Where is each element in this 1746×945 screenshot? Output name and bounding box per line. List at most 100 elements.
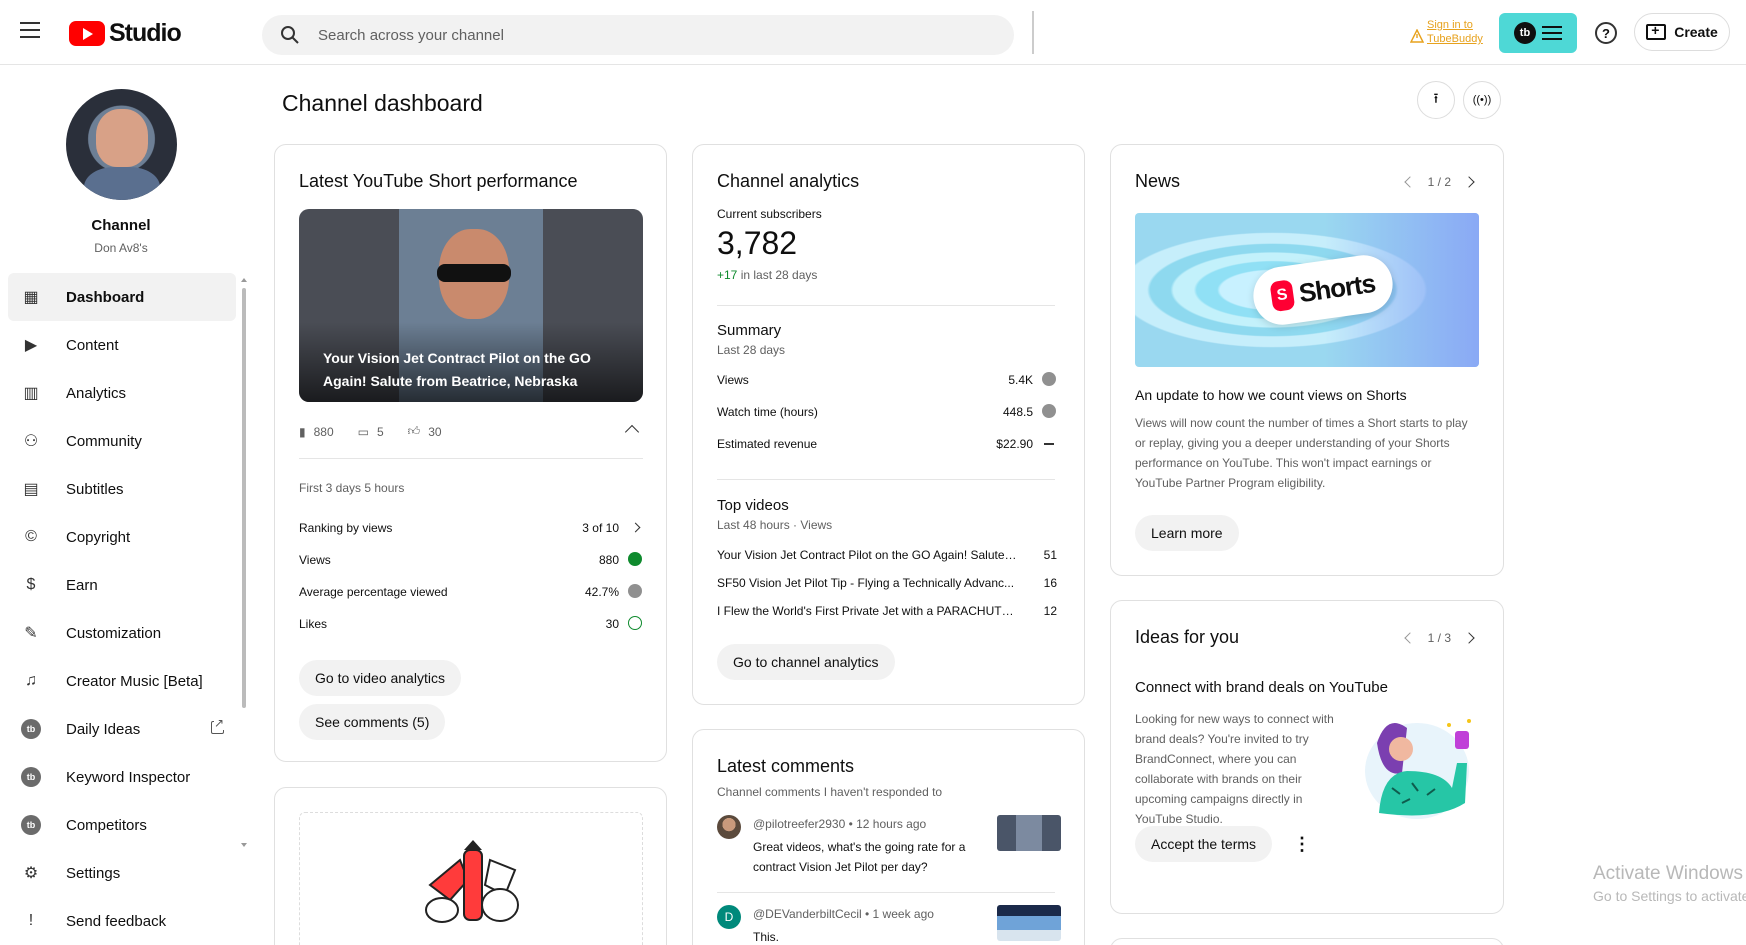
- scroll-up-arrow[interactable]: [241, 278, 247, 282]
- brandconnect-illustration-icon: [1365, 719, 1471, 819]
- tubebuddy-signin-line2: TubeBuddy: [1427, 33, 1483, 45]
- ideas-pager: 1 / 3: [1403, 631, 1475, 645]
- commenter-avatar[interactable]: D: [717, 905, 741, 929]
- sidebar-item-analytics[interactable]: ▥ Analytics: [8, 369, 236, 417]
- thumbs-up-icon: 👍︎: [407, 424, 421, 438]
- see-comments-button[interactable]: See comments (5): [299, 704, 446, 740]
- top-video-row[interactable]: I Flew the World's First Private Jet wit…: [717, 604, 1057, 618]
- sidebar-item-daily-ideas[interactable]: tb Daily Ideas: [8, 705, 236, 753]
- tubebuddy-icon: tb: [20, 719, 42, 739]
- commenter-avatar[interactable]: [717, 815, 741, 839]
- channel-avatar[interactable]: [66, 89, 177, 200]
- dash-icon: [1044, 443, 1054, 445]
- search-bar[interactable]: [262, 15, 1014, 55]
- short-thumbnail[interactable]: Your Vision Jet Contract Pilot on the GO…: [299, 209, 643, 402]
- sidebar-scrollbar[interactable]: [242, 288, 246, 708]
- sidebar-item-keyword-inspector[interactable]: tb Keyword Inspector: [8, 753, 236, 801]
- sidebar-item-community[interactable]: ⚇ Community: [8, 417, 236, 465]
- top-video-row[interactable]: SF50 Vision Jet Pilot Tip - Flying a Tec…: [717, 576, 1057, 590]
- sidebar-item-settings[interactable]: ⚙ Settings: [8, 849, 236, 897]
- comments-count: 5: [376, 424, 384, 439]
- sidebar-item-dashboard[interactable]: ▦ Dashboard: [8, 273, 236, 321]
- go-to-channel-analytics-button[interactable]: Go to channel analytics: [717, 644, 895, 680]
- comment-icon: ▭: [357, 424, 369, 439]
- sidebar-item-label: Competitors: [66, 816, 147, 834]
- sidebar-item-label: Daily Ideas: [66, 720, 141, 738]
- next-card: [1110, 938, 1504, 945]
- sidebar-item-copyright[interactable]: © Copyright: [8, 513, 236, 561]
- news-headline: An update to how we count views on Short…: [1135, 387, 1407, 403]
- tubebuddy-signin-link[interactable]: Sign in to TubeBuddy: [1410, 18, 1483, 46]
- copyright-icon: ©: [25, 528, 37, 545]
- sidebar-item-earn[interactable]: $ Earn: [8, 561, 236, 609]
- top-video-row[interactable]: Your Vision Jet Contract Pilot on the GO…: [717, 548, 1057, 562]
- sidebar-item-creator-music-beta[interactable]: ♫ Creator Music [Beta]: [8, 657, 236, 705]
- latest-comments-card: Latest comments Channel comments I haven…: [692, 729, 1085, 945]
- help-icon[interactable]: ?: [1595, 22, 1617, 44]
- ideas-page-indicator: 1 / 3: [1427, 631, 1451, 645]
- top-header: Studio Sign in to TubeBuddy tb ? Create: [0, 0, 1746, 65]
- warning-icon: [1410, 29, 1424, 43]
- sidebar-nav: ▦ Dashboard ▶ Content ▥ Analytics ⚇ Community ▤ S…: [8, 273, 236, 945]
- comment-author[interactable]: @pilotreefer2930: [753, 817, 845, 831]
- sidebar-item-subtitles[interactable]: ▤ Subtitles: [8, 465, 236, 513]
- search-icon[interactable]: [280, 25, 300, 45]
- go-to-video-analytics-button[interactable]: Go to video analytics: [299, 660, 461, 696]
- summary-title: Summary: [717, 322, 782, 339]
- comment-author[interactable]: @DEVanderbiltCecil: [753, 907, 862, 921]
- scroll-down-arrow[interactable]: [241, 843, 247, 847]
- arrow-up-icon: [628, 552, 642, 566]
- card-title: Channel analytics: [717, 171, 860, 191]
- more-options-icon[interactable]: ⋮: [1293, 834, 1311, 855]
- customization-icon: ✎: [24, 625, 38, 642]
- summary-revenue-row: Estimated revenue $22.90: [717, 437, 1057, 451]
- upload-button[interactable]: ⭱: [1417, 81, 1455, 119]
- go-live-button[interactable]: ((•)): [1463, 81, 1501, 119]
- chevron-right-icon[interactable]: [1463, 632, 1475, 644]
- card-title: Ideas for you: [1135, 627, 1240, 647]
- chevron-right-icon[interactable]: [1463, 176, 1475, 188]
- upload-icon: ⭱: [1433, 90, 1439, 106]
- sidebar-item-send-feedback[interactable]: ! Send feedback: [8, 897, 236, 945]
- comment-video-thumbnail[interactable]: [997, 815, 1061, 851]
- sidebar-item-label: Analytics: [66, 384, 127, 402]
- tubebuddy-icon: tb: [20, 767, 42, 787]
- chevron-up-icon[interactable]: [624, 424, 640, 440]
- analytics-icon: ▥: [23, 385, 39, 402]
- news-page-indicator: 1 / 2: [1427, 175, 1451, 189]
- chevron-right-icon: [630, 522, 641, 533]
- feedback-icon: !: [28, 912, 34, 929]
- studio-logo[interactable]: Studio: [69, 19, 182, 48]
- news-pager: 1 / 2: [1403, 175, 1475, 189]
- youtube-logo-icon: [69, 21, 105, 46]
- comment-item[interactable]: @pilotreefer2930 • 12 hours ago Great vi…: [717, 815, 1061, 885]
- comment-item[interactable]: D @DEVanderbiltCecil • 1 week ago This.: [717, 905, 1061, 945]
- accept-terms-button[interactable]: Accept the terms: [1135, 826, 1273, 862]
- sidebar-item-label: Customization: [66, 624, 162, 642]
- arrow-down-icon: [628, 584, 642, 598]
- sidebar-item-competitors[interactable]: tb Competitors: [8, 801, 236, 849]
- comment-text: Great videos, what's the going rate for …: [753, 840, 966, 874]
- tubebuddy-menu-button[interactable]: tb: [1499, 13, 1577, 53]
- earn-icon: $: [26, 576, 36, 593]
- menu-lines-icon: [1542, 22, 1562, 44]
- sidebar-item-label: Send feedback: [66, 912, 167, 930]
- avg-viewed-row: Average percentage viewed 42.7%: [299, 584, 643, 599]
- chevron-left-icon[interactable]: [1403, 176, 1416, 188]
- sidebar-item-content[interactable]: ▶ Content: [8, 321, 236, 369]
- sidebar-item-label: Subtitles: [66, 480, 124, 498]
- channel-name: Don Av8's: [94, 241, 148, 255]
- comment-video-thumbnail[interactable]: [997, 905, 1061, 941]
- learn-more-button[interactable]: Learn more: [1135, 515, 1239, 551]
- summary-period: Last 28 days: [717, 343, 786, 357]
- comment-text: This.: [753, 930, 780, 944]
- search-input[interactable]: [318, 15, 998, 55]
- ideas-card: Ideas for you 1 / 3 Connect with brand d…: [1110, 600, 1504, 914]
- menu-icon[interactable]: [20, 22, 42, 40]
- sidebar-item-customization[interactable]: ✎ Customization: [8, 609, 236, 657]
- sidebar-item-label: Creator Music [Beta]: [66, 672, 203, 690]
- create-button[interactable]: Create: [1634, 13, 1730, 51]
- chevron-left-icon[interactable]: [1403, 632, 1416, 644]
- community-icon: ⚇: [23, 433, 39, 450]
- ranking-row[interactable]: Ranking by views 3 of 10: [299, 521, 643, 535]
